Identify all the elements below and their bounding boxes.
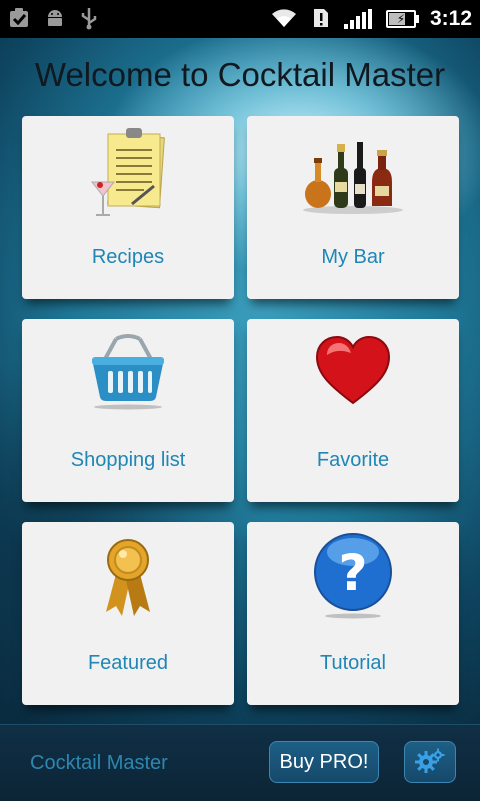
tile-featured[interactable]: Featured: [22, 522, 234, 705]
usb-icon: [80, 6, 98, 33]
wifi-icon: [270, 7, 298, 32]
battery-charging-icon: ⚡: [385, 10, 419, 28]
bottles-icon: [298, 124, 408, 224]
tile-tutorial[interactable]: ? Tutorial: [247, 522, 459, 705]
tile-recipes[interactable]: Recipes: [22, 116, 234, 299]
award-ribbon-icon: [98, 530, 158, 624]
recipe-notepad-icon: [88, 124, 168, 224]
bottom-bar: Cocktail Master Buy PRO!: [0, 724, 480, 801]
buy-pro-button[interactable]: Buy PRO!: [269, 741, 379, 783]
android-icon: [44, 7, 66, 32]
tile-shopping-list[interactable]: Shopping list: [22, 319, 234, 502]
help-question-icon: ?: [311, 530, 395, 624]
tile-my-bar[interactable]: My Bar: [247, 116, 459, 299]
tile-label: My Bar: [321, 246, 385, 268]
bolt-icon: ⚡: [396, 12, 406, 26]
tile-favorite[interactable]: Favorite: [247, 319, 459, 502]
svg-text:?: ?: [338, 544, 367, 602]
page-title: Welcome to Cocktail Master: [34, 56, 446, 93]
tile-label: Shopping list: [70, 449, 186, 471]
status-bar: ⚡ 3:12: [0, 0, 480, 38]
gears-icon: [414, 747, 446, 777]
heart-icon: [311, 327, 395, 415]
checkbox-icon: [8, 7, 30, 32]
signal-icon: [343, 9, 372, 29]
tile-label: Recipes: [91, 246, 165, 268]
shopping-basket-icon: [86, 327, 170, 415]
app-name: Cocktail Master: [30, 752, 168, 774]
tile-label: Tutorial: [320, 652, 386, 674]
status-time: 3:12: [429, 7, 472, 30]
settings-button[interactable]: [404, 741, 456, 783]
tile-label: Favorite: [316, 449, 390, 471]
sim-alert-icon: [312, 7, 330, 32]
tile-label: Featured: [87, 652, 169, 674]
